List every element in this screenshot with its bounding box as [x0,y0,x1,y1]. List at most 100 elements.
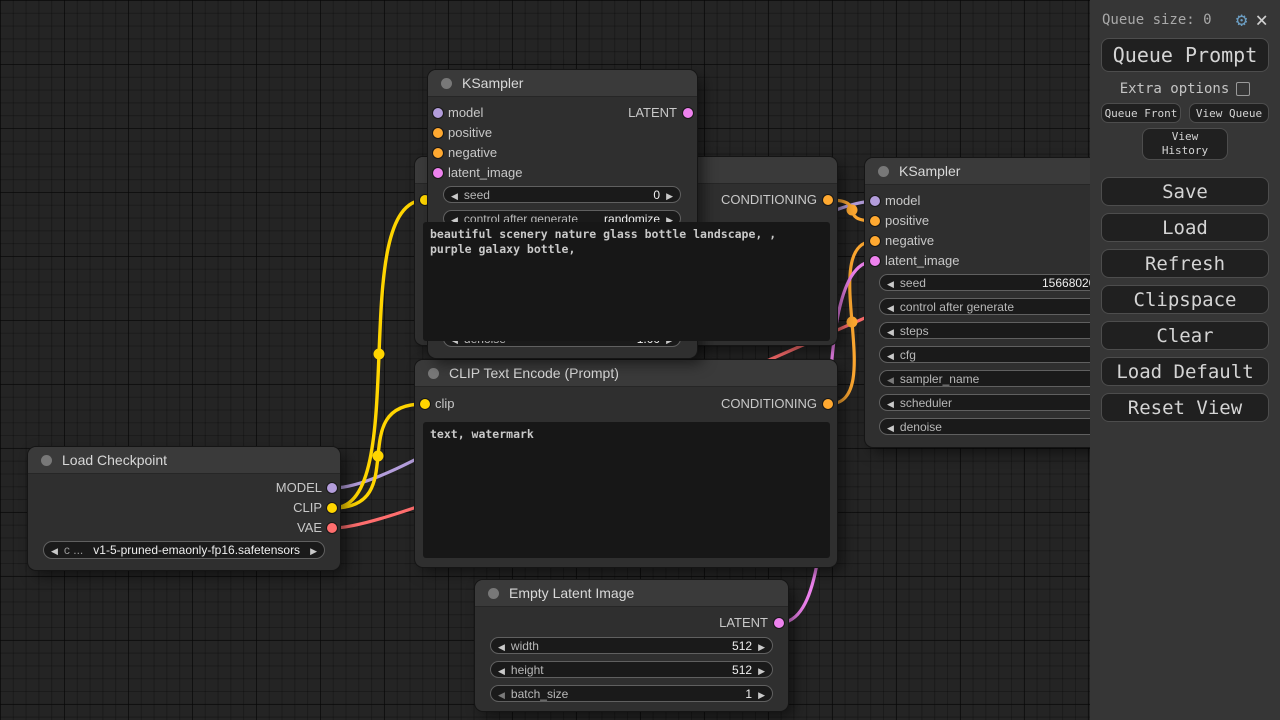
node-load-checkpoint[interactable]: Load Checkpoint MODEL CLIP VAE c ... v1-… [28,447,340,570]
stepper-left-icon[interactable] [451,188,458,202]
input-label: model [885,191,920,211]
settings-gear-icon[interactable]: ⚙ [1236,11,1247,29]
stepper-left-icon[interactable] [887,348,894,362]
output-label: MODEL [276,478,322,498]
input-label: positive [885,211,929,231]
view-history-button[interactable]: View History [1142,128,1228,160]
queue-buttons-row: Queue Front View Queue [1101,103,1269,123]
node-title: KSampler [462,75,523,91]
input-port-positive[interactable] [433,128,443,138]
stepper-left-icon[interactable] [887,276,894,290]
stepper-left-icon[interactable] [887,396,894,410]
collapse-dot-icon[interactable] [428,368,439,379]
widget-value: 1 [745,687,752,701]
node-clip-text-encode-bottom[interactable]: CLIP Text Encode (Prompt) clip CONDITION… [415,360,837,567]
load-button[interactable]: Load [1101,213,1269,242]
widget-batch-size[interactable]: batch_size 1 [490,685,773,702]
widget-value: v1-5-pruned-emaonly-fp16.safetensors [93,543,300,557]
comfy-menu-panel: Queue size: 0 ⚙ × Queue Prompt Extra opt… [1090,0,1280,720]
output-label: LATENT [719,613,768,633]
widget-width[interactable]: width 512 [490,637,773,654]
output-port-clip[interactable] [327,503,337,513]
extra-options-checkbox[interactable] [1236,82,1250,96]
widget-label: scheduler [900,396,952,410]
node-title-bar[interactable]: KSampler [428,70,697,97]
output-port-model[interactable] [327,483,337,493]
output-label: CONDITIONING [721,190,817,210]
clear-button[interactable]: Clear [1101,321,1269,350]
queue-front-button[interactable]: Queue Front [1101,103,1181,123]
load-default-button[interactable]: Load Default [1101,357,1269,386]
node-title-bar[interactable]: Empty Latent Image [475,580,788,607]
widget-label: control after generate [900,300,1014,314]
node-empty-latent-image[interactable]: Empty Latent Image LATENT width 512 heig… [475,580,788,711]
comfyui-canvas[interactable]: CLIP Text Encode (Prompt) clip CONDITION… [0,0,1280,720]
refresh-button[interactable]: Refresh [1101,249,1269,278]
stepper-right-icon[interactable] [666,188,673,202]
output-label: LATENT [628,103,677,123]
output-port-vae[interactable] [327,523,337,533]
view-queue-button[interactable]: View Queue [1189,103,1269,123]
stepper-right-icon[interactable] [758,663,765,677]
extra-options-row: Extra options [1090,81,1280,97]
widget-height[interactable]: height 512 [490,661,773,678]
stepper-left-icon[interactable] [887,324,894,338]
menu-header: Queue size: 0 ⚙ × [1090,0,1280,29]
node-title-bar[interactable]: CLIP Text Encode (Prompt) [415,360,837,387]
queue-prompt-button[interactable]: Queue Prompt [1101,38,1269,72]
input-label: latent_image [885,251,959,271]
stepper-left-icon[interactable] [887,420,894,434]
prompt-textarea-positive[interactable]: beautiful scenery nature glass bottle la… [423,222,830,341]
clipspace-button[interactable]: Clipspace [1101,285,1269,314]
stepper-left-icon[interactable] [887,300,894,314]
node-title: Empty Latent Image [509,585,634,601]
stepper-right-icon[interactable] [758,687,765,701]
widget-label: seed [464,188,490,202]
output-port-latent[interactable] [774,618,784,628]
reset-view-button[interactable]: Reset View [1101,393,1269,422]
input-port-positive[interactable] [870,216,880,226]
save-button[interactable]: Save [1101,177,1269,206]
output-port-conditioning[interactable] [823,195,833,205]
output-port-latent[interactable] [683,108,693,118]
output-label: CONDITIONING [721,394,817,414]
widget-label: sampler_name [900,372,979,386]
collapse-dot-icon[interactable] [441,78,452,89]
widget-label: batch_size [511,687,568,701]
input-port-negative[interactable] [433,148,443,158]
widget-label: width [511,639,539,653]
stepper-left-icon[interactable] [51,543,58,557]
node-title: CLIP Text Encode (Prompt) [449,365,619,381]
stepper-left-icon[interactable] [498,687,505,701]
input-port-model[interactable] [433,108,443,118]
collapse-dot-icon[interactable] [41,455,52,466]
widget-seed[interactable]: seed 0 [443,186,681,203]
input-port-latent-image[interactable] [870,256,880,266]
stepper-right-icon[interactable] [310,543,317,557]
input-port-model[interactable] [870,196,880,206]
stepper-left-icon[interactable] [498,639,505,653]
widget-ckpt-name[interactable]: c ... v1-5-pruned-emaonly-fp16.safetenso… [43,541,325,559]
widget-value: 512 [732,663,752,677]
collapse-dot-icon[interactable] [878,166,889,177]
input-port-latent-image[interactable] [433,168,443,178]
widget-label: seed [900,276,926,290]
node-title-bar[interactable]: Load Checkpoint [28,447,340,474]
link-dot [847,205,858,216]
input-port-clip[interactable] [420,399,430,409]
input-port-negative[interactable] [870,236,880,246]
close-icon[interactable]: × [1255,11,1268,29]
stepper-right-icon[interactable] [758,639,765,653]
node-title: Load Checkpoint [62,452,167,468]
widget-label: height [511,663,544,677]
link-dot [847,317,858,328]
menu-button-stack: Save Load Refresh Clipspace Clear Load D… [1090,177,1280,422]
widget-value: 512 [732,639,752,653]
prompt-textarea-negative[interactable]: text, watermark [423,422,830,558]
stepper-left-icon[interactable] [498,663,505,677]
widget-label: steps [900,324,929,338]
collapse-dot-icon[interactable] [488,588,499,599]
stepper-left-icon[interactable] [887,372,894,386]
link-dot [374,349,385,360]
output-port-conditioning[interactable] [823,399,833,409]
